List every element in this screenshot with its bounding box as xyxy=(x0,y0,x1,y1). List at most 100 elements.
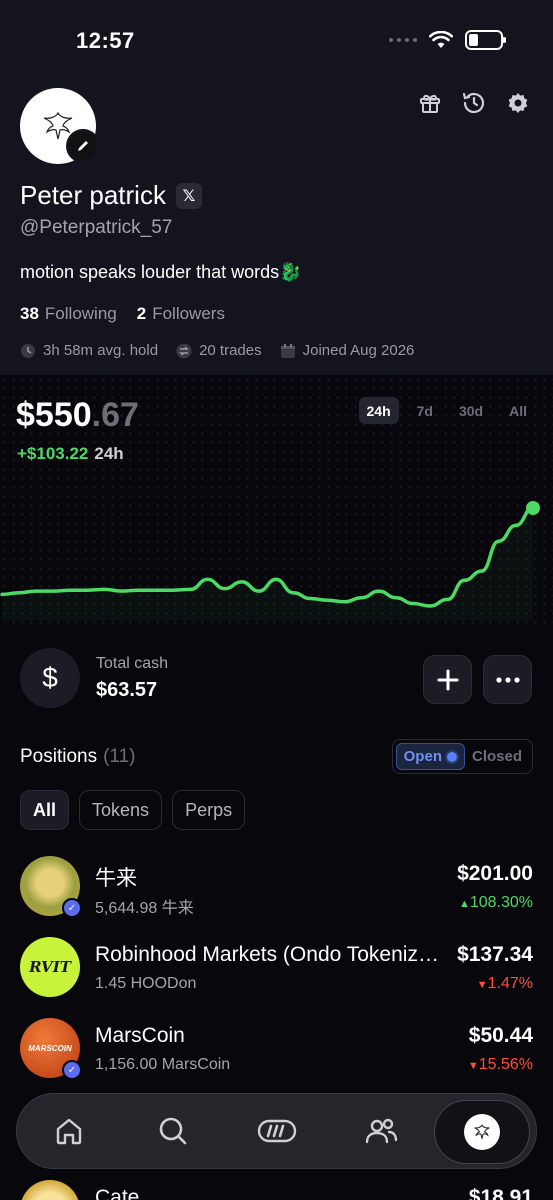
portfolio-balance: $550.67 xyxy=(16,396,139,435)
people-icon xyxy=(365,1118,398,1144)
change-period: 24h xyxy=(94,444,124,463)
filter-all[interactable]: All xyxy=(20,790,70,830)
position-amount: 5,644.98 牛来 xyxy=(95,900,194,917)
settings-button[interactable] xyxy=(505,90,531,116)
following-label: Following xyxy=(44,304,117,323)
verified-icon: ✓ xyxy=(62,898,82,918)
position-change-text: 1.47% xyxy=(487,975,533,992)
joined-date: Joined Aug 2026 xyxy=(280,342,415,359)
range-7d[interactable]: 7d xyxy=(409,397,441,424)
position-value: $50.44 xyxy=(468,1024,533,1047)
position-filters: All Tokens Perps xyxy=(20,790,246,830)
avg-hold-text: 3h 58m avg. hold xyxy=(43,342,159,359)
position-row[interactable]: RVIT Robinhood Markets (Ondo Tokenized) … xyxy=(20,937,533,999)
filter-perps[interactable]: Perps xyxy=(172,790,246,830)
nav-home[interactable] xyxy=(17,1093,121,1169)
arrow-down-icon: ▼ xyxy=(476,979,488,991)
position-change: ▲108.30% xyxy=(459,894,533,912)
trade-count-text: 20 trades xyxy=(199,342,262,359)
position-change: ▼15.56% xyxy=(468,1056,533,1074)
following-link[interactable]: 38 Following xyxy=(20,304,117,324)
status-indicators xyxy=(389,30,506,50)
more-button[interactable] xyxy=(483,655,532,704)
balance-main: $550 xyxy=(16,396,92,434)
wifi-icon xyxy=(429,31,453,48)
swap-icon xyxy=(176,343,192,358)
positions-title-text: Positions xyxy=(20,746,98,767)
token-logo xyxy=(20,1180,80,1200)
portfolio-change: +$103.22 24h xyxy=(17,444,124,464)
trade-count: 20 trades xyxy=(176,342,262,359)
cash-value: $63.57 xyxy=(96,678,158,701)
range-all[interactable]: All xyxy=(501,397,535,424)
range-30d[interactable]: 30d xyxy=(451,397,491,424)
gift-button[interactable] xyxy=(417,90,443,116)
followers-count: 2 xyxy=(136,304,147,323)
cash-label: Total cash xyxy=(96,654,169,672)
position-value: $137.34 xyxy=(457,943,533,966)
position-row[interactable]: Cate $18.91 xyxy=(20,1180,533,1200)
edit-avatar-button[interactable] xyxy=(66,129,100,163)
range-24h[interactable]: 24h xyxy=(358,397,399,424)
nav-markets[interactable] xyxy=(225,1093,329,1169)
portfolio-chart[interactable] xyxy=(0,490,553,620)
profile-name-text: Peter patrick xyxy=(20,180,166,210)
avg-hold: 3h 58m avg. hold xyxy=(20,342,158,359)
clock-icon xyxy=(21,343,35,358)
position-change: ▼1.47% xyxy=(477,975,533,993)
chart-last-point xyxy=(526,501,540,515)
balance-cents: .67 xyxy=(91,396,139,434)
cash-text: Total cash $63.57 xyxy=(96,655,168,702)
add-cash-button[interactable] xyxy=(423,655,472,704)
positions-count: (11) xyxy=(103,746,136,767)
battery-icon xyxy=(465,30,506,50)
history-button[interactable] xyxy=(461,90,487,116)
joined-date-text: Joined Aug 2026 xyxy=(302,342,415,359)
toggle-closed[interactable]: Closed xyxy=(465,743,529,770)
arrow-down-icon: ▼ xyxy=(467,1060,479,1072)
more-icon xyxy=(495,676,520,683)
position-row[interactable]: ✓ 牛来 5,644.98 牛来 $201.00 ▲108.30% xyxy=(20,856,533,918)
position-row[interactable]: MARSCOIN ✓ MarsCoin 1,156.00 MarsCoin $5… xyxy=(20,1018,533,1080)
calendar-icon xyxy=(280,343,295,358)
filter-tokens[interactable]: Tokens xyxy=(79,790,163,830)
verified-icon: ✓ xyxy=(62,1060,82,1080)
position-change-text: 15.56% xyxy=(478,1056,533,1073)
followers-label: Followers xyxy=(152,304,225,323)
gift-icon xyxy=(420,94,440,113)
token-logo: RVIT xyxy=(20,937,80,997)
follow-stats: 38 Following 2 Followers xyxy=(20,304,225,324)
following-count: 38 xyxy=(20,304,39,323)
arrow-up-icon: ▲ xyxy=(458,898,470,910)
open-closed-toggle: Open Closed xyxy=(391,739,533,774)
followers-link[interactable]: 2 Followers xyxy=(137,304,225,324)
header-actions xyxy=(417,90,531,116)
position-amount: 1.45 HOODon xyxy=(95,975,197,992)
active-dot-icon xyxy=(446,751,457,762)
phoenix-logo-icon xyxy=(474,1124,490,1139)
position-name: MarsCoin xyxy=(95,1024,185,1047)
position-name: Cate xyxy=(95,1186,140,1200)
plus-icon xyxy=(437,669,458,690)
change-amount: +$103.22 xyxy=(17,444,89,463)
position-name: 牛来 xyxy=(95,867,137,890)
status-time: 12:57 xyxy=(76,28,135,53)
position-value: $201.00 xyxy=(457,862,533,885)
profile-bio: motion speaks louder that words🐉 xyxy=(20,262,302,282)
nav-profile[interactable] xyxy=(434,1100,530,1164)
position-amount: 1,156.00 MarsCoin xyxy=(95,1056,231,1073)
x-logo-icon[interactable]: 𝕏 xyxy=(175,182,202,209)
nav-search[interactable] xyxy=(121,1093,225,1169)
pencil-icon xyxy=(78,141,88,151)
profile-handle: @Peterpatrick_57 xyxy=(20,217,173,238)
toggle-open-label: Open xyxy=(403,748,442,765)
toggle-open[interactable]: Open xyxy=(395,743,465,770)
home-icon xyxy=(56,1118,82,1145)
search-icon xyxy=(159,1117,187,1145)
nav-people[interactable] xyxy=(329,1093,433,1169)
position-name: Robinhood Markets (Ondo Tokenized) xyxy=(95,943,440,966)
markets-icon xyxy=(257,1119,297,1143)
gear-icon xyxy=(508,93,528,113)
position-change-text: 108.30% xyxy=(469,894,533,911)
profile-name: Peter patrick 𝕏 xyxy=(20,180,202,211)
